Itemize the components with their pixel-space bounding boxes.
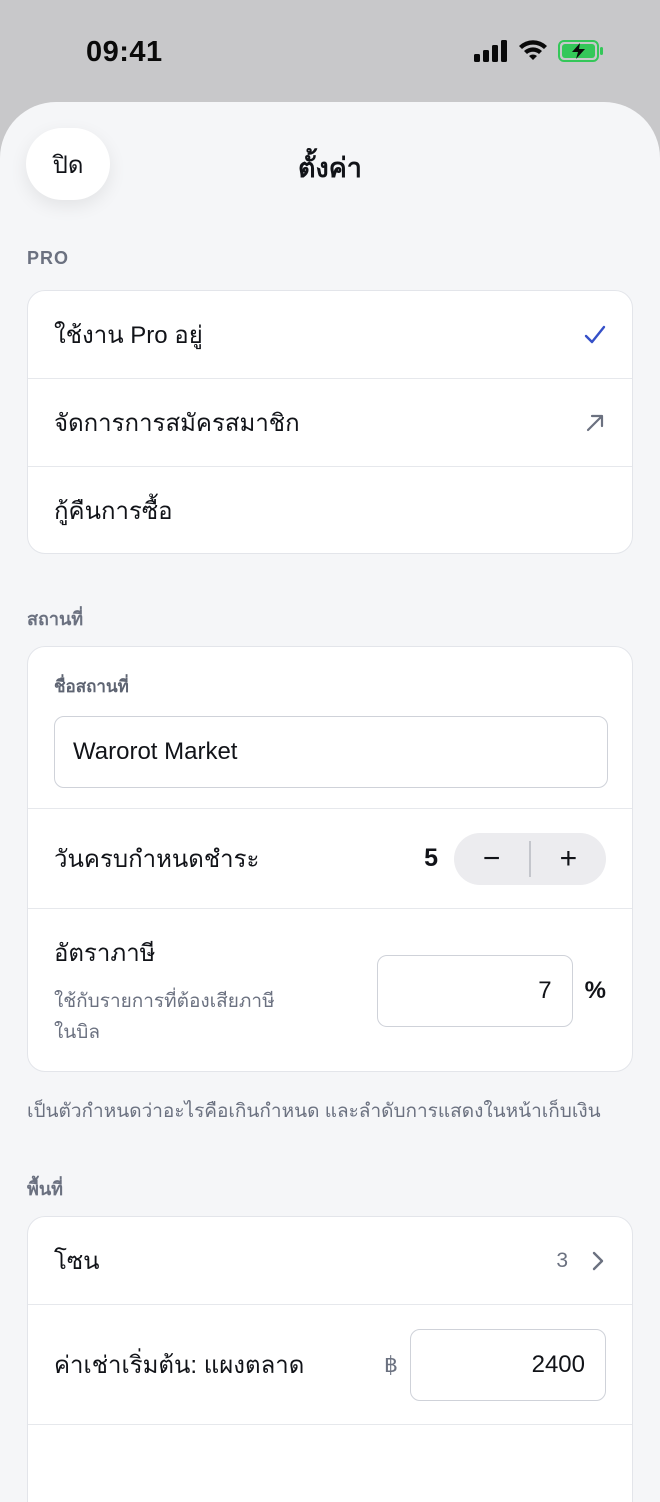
location-name-input[interactable] (54, 716, 608, 788)
tax-rate-description-line1: ใช้กับรายการที่ต้องเสียภาษี (54, 991, 275, 1012)
settings-sheet: ปิด ตั้งค่า PRO ใช้งาน Pro อยู่ จัดการกา… (0, 102, 660, 1502)
tax-rate-value: 7 (538, 977, 552, 1004)
restore-purchases-row[interactable]: กู้คืนการซื้อ (28, 467, 632, 553)
section-label-location: สถานที่ (27, 609, 84, 629)
section-label-area: พื้นที่ (27, 1179, 64, 1199)
zones-label: โซน (54, 1248, 100, 1275)
section-label-pro: PRO (27, 248, 70, 268)
chevron-right-icon (592, 1251, 604, 1270)
tax-rate-row: อัตราภาษี ใช้กับรายการที่ต้องเสียภาษี ใน… (28, 909, 632, 1071)
due-day-row: วันครบกำหนดชำระ 5 − + (28, 809, 632, 909)
zones-row[interactable]: โซน 3 (28, 1217, 632, 1305)
tax-rate-unit: % (584, 977, 606, 1004)
location-card: ชื่อสถานที่ วันครบกำหนดชำระ 5 − + อัตราภ… (27, 646, 633, 1072)
tax-rate-description-line2: ในบิล (54, 1022, 100, 1043)
location-helper-text: เป็นตัวกำหนดว่าอะไรคือเกินกำหนด และลำดับ… (27, 1101, 601, 1122)
due-day-value: 5 (424, 844, 438, 872)
tax-rate-input[interactable]: 7 (376, 955, 573, 1027)
wifi-icon (519, 40, 547, 60)
location-name-label: ชื่อสถานที่ (54, 677, 129, 696)
page-title: ตั้งค่า (298, 153, 362, 183)
default-rent-label: ค่าเช่าเริ่มต้น: แผงตลาด (54, 1352, 305, 1379)
arrow-up-right-icon (586, 414, 604, 431)
zones-count: 3 (556, 1248, 568, 1272)
tax-rate-text: อัตราภาษี ใช้กับรายการที่ต้องเสียภาษี ใน… (54, 933, 377, 1048)
area-card: โซน 3 ค่าเช่าเริ่มต้น: แผงตลาด ฿ 2400 (27, 1216, 633, 1502)
tax-rate-label: อัตราภาษี (54, 940, 156, 967)
restore-purchases-label: กู้คืนการซื้อ (54, 497, 173, 525)
decrement-button[interactable]: − (454, 833, 529, 885)
location-name-row: ชื่อสถานที่ (28, 647, 632, 809)
manage-subscription-label: จัดการการสมัครสมาชิก (54, 410, 300, 437)
status-time: 09:41 (86, 36, 163, 68)
status-bar: 09:41 (0, 0, 660, 102)
checkmark-icon (584, 325, 606, 343)
due-day-stepper: − + (454, 832, 606, 885)
status-icons (474, 40, 604, 62)
default-rent-row: ค่าเช่าเริ่มต้น: แผงตลาด ฿ 2400 (28, 1305, 632, 1425)
battery-charging-icon (558, 40, 603, 62)
pro-active-row[interactable]: ใช้งาน Pro อยู่ (28, 291, 632, 379)
signal-icon (474, 40, 507, 62)
pro-card: ใช้งาน Pro อยู่ จัดการการสมัครสมาชิก กู้… (27, 290, 633, 554)
increment-button[interactable]: + (531, 833, 606, 885)
default-rent-value: 2400 (531, 1350, 585, 1378)
next-row (28, 1425, 632, 1502)
currency-symbol: ฿ (384, 1351, 398, 1377)
due-day-label: วันครบกำหนดชำระ (54, 846, 260, 873)
manage-subscription-row[interactable]: จัดการการสมัครสมาชิก (28, 379, 632, 467)
pro-active-label: ใช้งาน Pro อยู่ (54, 322, 203, 349)
default-rent-input[interactable]: 2400 (410, 1328, 606, 1401)
tax-rate-description: ใช้กับรายการที่ต้องเสียภาษี ในบิล (54, 986, 377, 1048)
